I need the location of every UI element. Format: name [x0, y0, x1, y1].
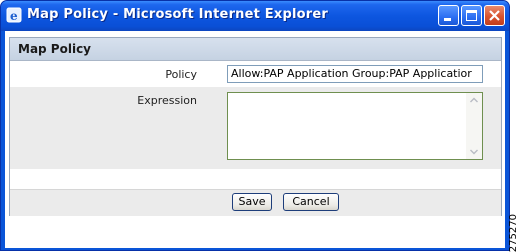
dialog-content: Map Policy Policy Allow:PAP Application …: [5, 31, 505, 248]
internet-explorer-icon: e: [6, 7, 22, 23]
svg-text:e: e: [10, 9, 18, 23]
panel-header: Map Policy: [10, 38, 501, 61]
panel-title: Map Policy: [18, 42, 92, 56]
policy-row: Policy Allow:PAP Application Group:PAP A…: [10, 61, 501, 87]
scroll-arrows-icon: [470, 97, 478, 155]
map-policy-panel: Map Policy Policy Allow:PAP Application …: [9, 37, 502, 216]
browser-window: e Map Policy - Microsoft Internet Explor…: [0, 0, 510, 251]
window-title: Map Policy - Microsoft Internet Explorer: [27, 7, 328, 22]
maximize-button[interactable]: [461, 5, 482, 26]
figure-id: 275270: [508, 214, 519, 252]
close-button[interactable]: [484, 5, 505, 26]
minimize-button[interactable]: [438, 5, 459, 26]
title-bar[interactable]: e Map Policy - Microsoft Internet Explor…: [1, 1, 509, 31]
save-button[interactable]: Save: [232, 193, 272, 211]
expression-row: Expression: [10, 87, 501, 169]
expression-textarea[interactable]: [227, 92, 483, 160]
maximize-icon: [466, 10, 477, 21]
policy-label: Policy: [165, 68, 197, 81]
minimize-icon: [444, 18, 451, 21]
spacer-row: [10, 169, 501, 189]
button-row: Save Cancel: [10, 189, 501, 216]
expression-scrollbar[interactable]: [466, 93, 482, 159]
cancel-button[interactable]: Cancel: [283, 193, 339, 211]
expression-label: Expression: [137, 94, 197, 107]
policy-field[interactable]: Allow:PAP Application Group:PAP Applicat…: [227, 65, 483, 83]
close-icon: [489, 10, 500, 21]
